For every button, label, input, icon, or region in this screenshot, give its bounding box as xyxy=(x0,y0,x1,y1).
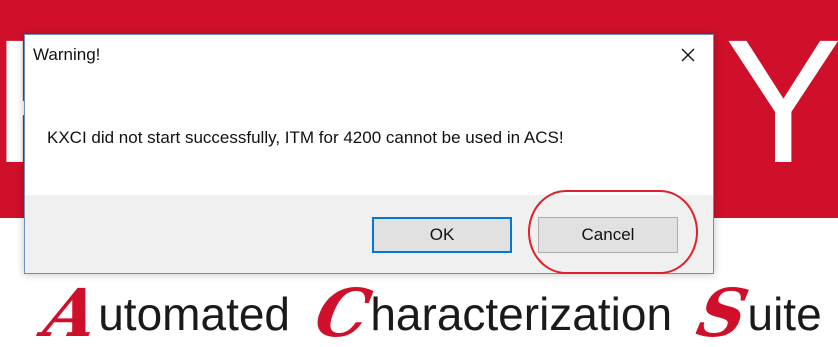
close-icon xyxy=(681,48,695,62)
cancel-button[interactable]: Cancel xyxy=(538,217,678,253)
dialog-message: KXCI did not start successfully, ITM for… xyxy=(47,128,564,147)
ok-button[interactable]: OK xyxy=(372,217,512,253)
tagline-initial: A xyxy=(37,274,106,347)
tagline-rest: uite xyxy=(747,288,822,340)
screen: K Y Automated Characterization Suite War… xyxy=(0,0,838,347)
dialog-content: KXCI did not start successfully, ITM for… xyxy=(25,75,713,195)
tagline-initial: S xyxy=(690,274,755,347)
dialog-title: Warning! xyxy=(33,45,101,64)
dialog-button-bar: OK Cancel xyxy=(25,195,713,273)
tagline-word: Characterization xyxy=(309,274,673,347)
close-button[interactable] xyxy=(665,35,711,75)
brand-logo-letter-right: Y xyxy=(724,4,838,200)
tagline-rest: haracterization xyxy=(370,288,673,340)
warning-dialog: Warning! KXCI did not start successfully… xyxy=(24,34,714,274)
tagline-initial: C xyxy=(308,274,378,347)
suite-tagline: Automated Characterization Suite xyxy=(38,274,822,347)
tagline-rest: utomated xyxy=(98,288,291,340)
tagline-word: Suite xyxy=(691,274,822,347)
dialog-titlebar[interactable]: Warning! xyxy=(25,35,713,75)
tagline-word: Automated xyxy=(38,274,291,347)
